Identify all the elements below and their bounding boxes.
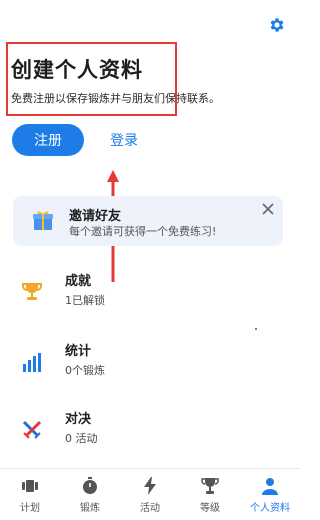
stat-value: 0 活动 bbox=[65, 432, 98, 445]
plan-icon bbox=[22, 479, 38, 492]
stat-label: 对决 bbox=[65, 412, 92, 427]
invite-friends-card[interactable]: 邀请好友 每个邀请可获得一个免费练习! bbox=[13, 196, 283, 246]
crossed-swords-icon bbox=[22, 420, 42, 439]
stopwatch-icon bbox=[83, 476, 97, 494]
bottom-nav: 计划 锻炼 活动 等级 个人资料 bbox=[0, 468, 300, 520]
person-icon bbox=[262, 477, 278, 495]
nav-item-plan[interactable]: 计划 bbox=[0, 469, 60, 520]
page-subtitle: 免费注册以保存锻炼并与朋友们保持联系。 bbox=[11, 92, 220, 105]
nav-label: 活动 bbox=[140, 502, 160, 514]
page-title: 创建个人资料 bbox=[11, 58, 143, 82]
nav-item-workout[interactable]: 锻炼 bbox=[60, 469, 120, 520]
trophy-icon bbox=[22, 283, 42, 300]
stat-label: 统计 bbox=[65, 344, 92, 359]
invite-title: 邀请好友 bbox=[69, 209, 122, 224]
nav-item-levels[interactable]: 等级 bbox=[180, 469, 240, 520]
nav-item-activity[interactable]: 活动 bbox=[120, 469, 180, 520]
bar-chart-icon bbox=[23, 353, 41, 372]
profile-header: 创建个人资料 免费注册以保存锻炼并与朋友们保持联系。 bbox=[11, 55, 273, 107]
register-button[interactable]: 注册 bbox=[12, 124, 84, 156]
stray-dot bbox=[255, 328, 257, 330]
stat-label: 成就 bbox=[65, 274, 92, 289]
invite-description: 每个邀请可获得一个免费练习! bbox=[69, 225, 217, 238]
nav-label: 锻炼 bbox=[80, 502, 100, 514]
lightning-icon bbox=[144, 476, 156, 495]
stat-value: 0个锻炼 bbox=[65, 364, 105, 377]
gift-icon bbox=[33, 211, 53, 230]
nav-label: 计划 bbox=[20, 502, 40, 514]
trophy-icon bbox=[201, 477, 219, 494]
nav-label: 等级 bbox=[200, 502, 220, 514]
nav-item-profile[interactable]: 个人资料 bbox=[240, 469, 300, 520]
login-link[interactable]: 登录 bbox=[110, 124, 138, 156]
nav-label: 个人资料 bbox=[250, 502, 290, 514]
stat-value: 1已解锁 bbox=[65, 294, 105, 307]
settings-button[interactable] bbox=[266, 14, 288, 36]
close-icon[interactable] bbox=[261, 202, 275, 216]
stat-row-statistics[interactable]: 统计 0个锻炼 bbox=[0, 332, 300, 392]
stat-row-duels[interactable]: 对决 0 活动 bbox=[0, 400, 300, 460]
gear-icon bbox=[270, 18, 284, 32]
stat-row-achievements[interactable]: 成就 1已解锁 bbox=[0, 262, 300, 322]
